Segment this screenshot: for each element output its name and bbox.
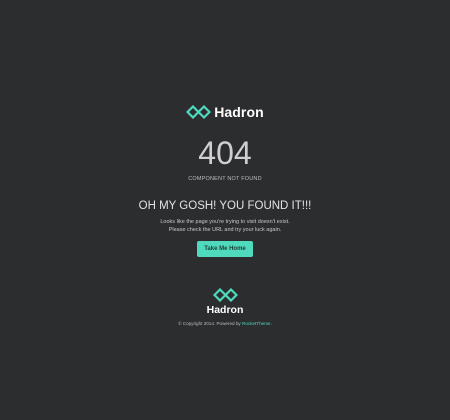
error-code: 404 [198, 135, 252, 171]
footer-brand-name: Hadron [206, 304, 244, 316]
hadron-logo-icon [186, 105, 212, 119]
message-line-1: Looks like the page you're trying to vis… [160, 219, 290, 225]
message-line-2: Please check the URL and try your luck a… [168, 226, 282, 233]
take-me-home-button[interactable]: Take Me Home [197, 241, 253, 257]
error-headline: OH MY GOSH! YOU FOUND IT!!! [138, 200, 312, 212]
error-subtitle: COMPONENT NOT FOUND [188, 176, 262, 182]
error-message: Looks like the page you're trying to vis… [0, 219, 450, 234]
rockettheme-link[interactable]: RocketTheme. [242, 321, 272, 326]
hadron-logo-icon [212, 288, 238, 302]
brand-name: Hadron [214, 104, 264, 120]
footer-brand[interactable]: Hadron [0, 288, 450, 316]
header-brand[interactable]: Hadron [0, 104, 450, 120]
copyright-line: © Copyright 2014. Powered by RocketTheme… [0, 320, 450, 327]
copyright-text: © Copyright 2014. Powered by [178, 321, 241, 326]
error-page: Hadron 404 COMPONENT NOT FOUND OH MY GOS… [0, 0, 450, 420]
